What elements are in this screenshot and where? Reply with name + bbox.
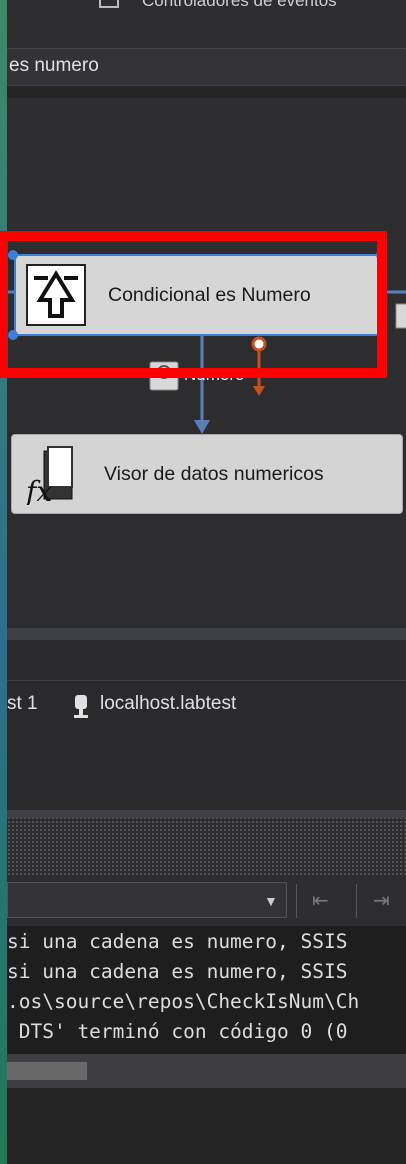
derived-column-fx-icon: fx	[24, 446, 73, 505]
adjacent-path-label	[395, 303, 406, 329]
output-line: si una cadena es numero, SSIS	[7, 930, 348, 953]
horizontal-scrollbar[interactable]	[7, 1054, 406, 1088]
find-previous-message-icon[interactable]: ⇤	[312, 888, 329, 913]
output-pane-splitter[interactable]	[7, 810, 406, 818]
chevron-down-icon[interactable]: ▼	[264, 893, 278, 909]
connection-pane-divider	[7, 680, 406, 681]
data-viewer-label: Visor de datos numericos	[104, 463, 324, 485]
output-text-area[interactable]: si una cadena es numero, SSIS si una cad…	[7, 926, 406, 1054]
output-line: si una cadena es numero, SSIS	[7, 960, 348, 983]
output-toolbar: ▼ ⇤ ⇥	[7, 876, 406, 926]
scrollbar-thumb[interactable]	[7, 1062, 87, 1080]
pane-splitter[interactable]	[7, 628, 406, 640]
toolbar-separator	[296, 884, 297, 918]
success-path-arrowhead	[194, 420, 210, 434]
bottom-pane	[7, 1088, 406, 1164]
toolbar-separator	[356, 884, 357, 918]
highlight-annotation-box	[0, 231, 387, 378]
output-pane-header	[7, 818, 406, 876]
svg-text:fx: fx	[24, 475, 52, 505]
database-connection-icon	[74, 695, 88, 718]
output-line: DTS' terminó con código 0 (0	[7, 1020, 348, 1043]
connection-manager-item-1[interactable]: st 1	[7, 693, 38, 715]
output-line: .os\source\repos\CheckIsNum\Ch	[7, 990, 360, 1013]
find-next-message-icon[interactable]: ⇥	[373, 888, 390, 913]
connection-managers-pane	[7, 640, 406, 810]
data-viewer-component[interactable]: fx Visor de datos numericos	[11, 434, 403, 514]
connection-manager-localhost[interactable]: localhost.labtest	[100, 693, 236, 715]
output-source-select[interactable]: ▼	[7, 882, 287, 918]
error-path-arrowhead	[253, 386, 265, 396]
